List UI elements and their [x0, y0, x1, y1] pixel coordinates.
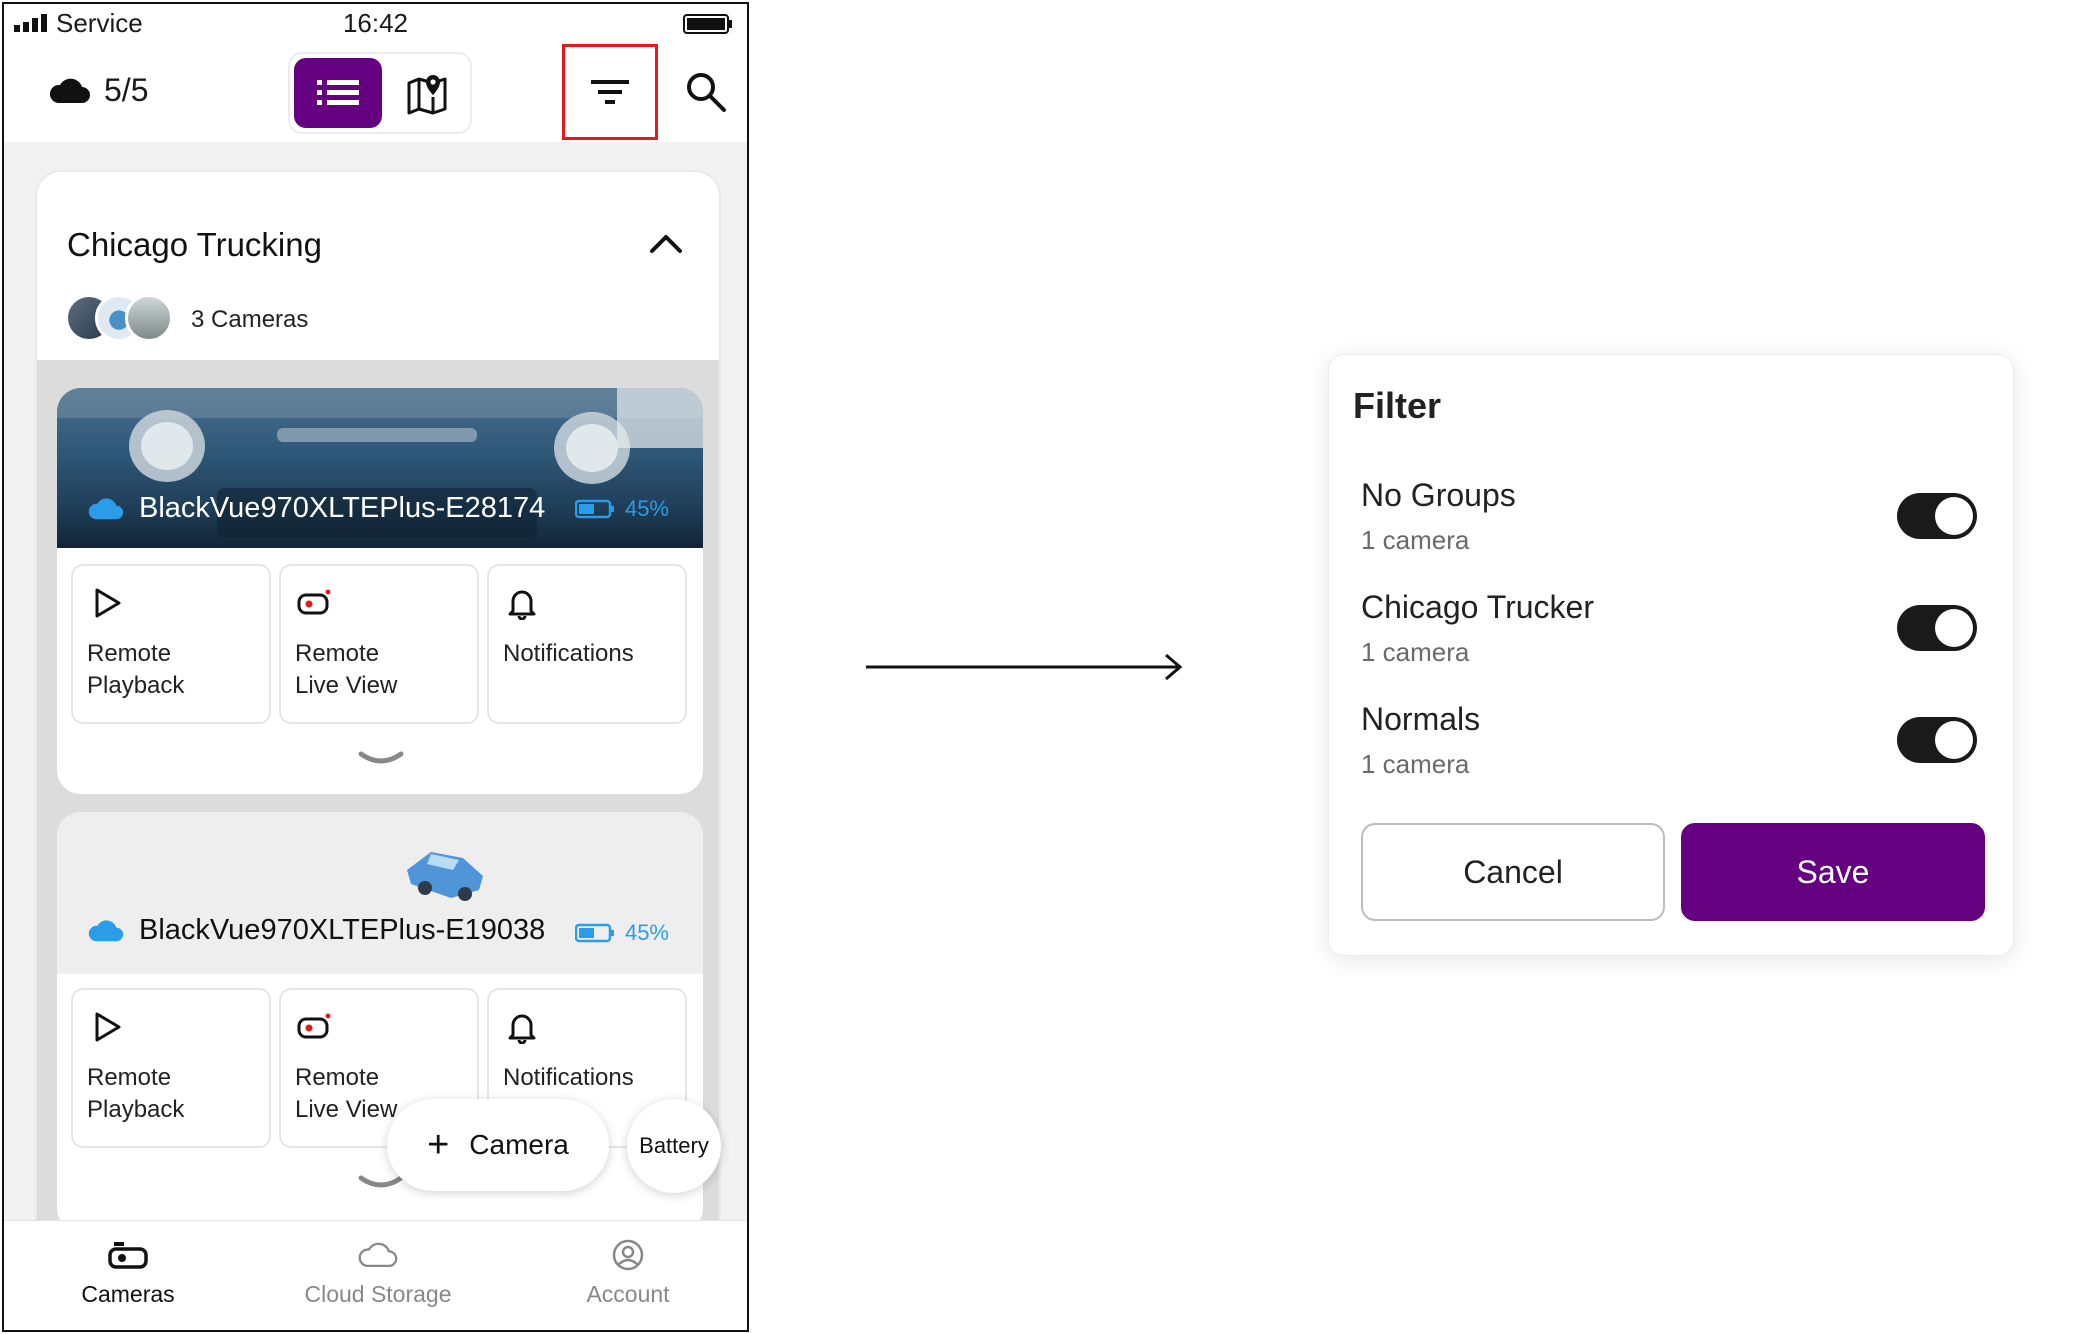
filter-group-count: 1 camera: [1361, 525, 1470, 555]
filter-group-count: 1 camera: [1361, 637, 1470, 667]
list-view-button[interactable]: [294, 58, 382, 128]
action-label: Remote Playback: [87, 1064, 185, 1123]
chevron-down-icon[interactable]: [357, 1174, 405, 1192]
filter-button[interactable]: [562, 44, 658, 140]
camera-tab-icon: [108, 1242, 148, 1269]
nav-account-label: Account: [586, 1281, 670, 1307]
cancel-button[interactable]: Cancel: [1361, 823, 1665, 921]
camera-avatars: [65, 294, 185, 342]
map-icon: [407, 75, 447, 115]
top-bar: 5/5: [4, 42, 747, 142]
live-camera-icon: [297, 1013, 331, 1039]
camera-title-row: BlackVue970XLTEPlus-E19038: [87, 914, 545, 947]
live-camera-icon: [297, 589, 331, 615]
nav-cameras[interactable]: Cameras: [28, 1239, 228, 1308]
action-label: Remote Playback: [87, 640, 185, 699]
arrow-right-icon: [866, 653, 1183, 681]
dialog-title: Filter: [1353, 385, 1442, 426]
filter-group-name: Normals: [1361, 701, 1481, 737]
add-camera-button[interactable]: + Camera: [387, 1099, 609, 1191]
group-card: Chicago Trucking 3 Cameras BlackVue970XL…: [35, 170, 721, 1330]
remote-playback-button[interactable]: Remote Playback: [71, 988, 271, 1148]
filter-group-name: Chicago Trucker: [1361, 589, 1594, 625]
bell-icon: [508, 1014, 536, 1044]
remote-live-view-button[interactable]: Remote Live View: [279, 564, 479, 724]
normals-toggle[interactable]: [1897, 717, 1977, 763]
camera-name: BlackVue970XLTEPlus-E19038: [139, 914, 546, 946]
battery-button[interactable]: Battery: [627, 1099, 721, 1193]
filter-dialog: Filter No Groups 1 camera Chicago Trucke…: [1328, 354, 2014, 956]
camera-actions: Remote Playback Remote Live View Notific…: [71, 564, 689, 724]
cloud-storage-icon: [358, 1242, 398, 1268]
add-camera-label: Camera: [469, 1129, 569, 1160]
nav-cameras-label: Cameras: [81, 1281, 175, 1307]
phone-screen: Service 16:42 5/5 Chicago Trucking 3 Cam…: [2, 2, 749, 1332]
list-icon: [317, 80, 359, 105]
battery-button-label: Battery: [639, 1133, 709, 1158]
cloud-connected-icon: [88, 919, 124, 941]
notifications-button[interactable]: Notifications: [487, 564, 687, 724]
play-icon: [95, 1012, 121, 1042]
chicago-trucker-toggle[interactable]: [1897, 605, 1977, 651]
bottom-nav: Cameras Cloud Storage Account: [4, 1220, 747, 1330]
action-label: Remote Live View: [295, 1064, 398, 1123]
camera-battery: 45%: [574, 496, 669, 522]
account-icon: [612, 1239, 644, 1271]
battery-icon: [574, 923, 614, 943]
filter-group-count: 1 camera: [1361, 749, 1470, 779]
chevron-up-icon[interactable]: [649, 232, 683, 254]
play-icon: [95, 588, 121, 618]
camera-name: BlackVue970XLTEPlus-E28174: [139, 492, 546, 524]
status-time: 16:42: [342, 8, 409, 38]
nav-account[interactable]: Account: [528, 1239, 728, 1308]
action-label: Notifications: [503, 640, 634, 667]
plus-icon: +: [427, 1124, 450, 1166]
camera-card: BlackVue970XLTEPlus-E19038 45% Remote Pl…: [57, 812, 703, 1232]
save-button[interactable]: Save: [1681, 823, 1985, 921]
cloud-connection-indicator: 5/5: [48, 72, 148, 109]
filter-icon: [591, 80, 629, 104]
cloud-count-label: 5/5: [104, 72, 149, 108]
filter-row-no-groups: No Groups 1 camera: [1361, 477, 1987, 577]
nav-cloud-label: Cloud Storage: [304, 1281, 452, 1307]
car-icon: [407, 852, 483, 901]
search-icon[interactable]: [684, 70, 728, 114]
camera-title-row: BlackVue970XLTEPlus-E28174: [87, 492, 545, 525]
no-groups-toggle[interactable]: [1897, 493, 1977, 539]
camera-thumbnail[interactable]: BlackVue970XLTEPlus-E28174 45%: [57, 388, 703, 548]
cloud-icon: [49, 78, 90, 103]
nav-cloud-storage[interactable]: Cloud Storage: [278, 1239, 478, 1308]
map-view-button[interactable]: [386, 58, 468, 128]
filter-row-chicago-trucker: Chicago Trucker 1 camera: [1361, 589, 1987, 689]
bell-icon: [508, 590, 536, 620]
camera-thumbnail[interactable]: BlackVue970XLTEPlus-E19038 45%: [57, 812, 703, 974]
status-bar: Service 16:42: [4, 4, 747, 42]
battery-icon: [574, 499, 614, 519]
cloud-connected-icon: [88, 497, 124, 519]
camera-count: 3 Cameras: [191, 306, 309, 333]
device-battery-icon: [683, 14, 732, 34]
action-label: Notifications: [503, 1064, 634, 1091]
avatar: [125, 294, 173, 342]
camera-card: BlackVue970XLTEPlus-E28174 45% Remote Pl…: [57, 388, 703, 794]
filter-group-name: No Groups: [1361, 477, 1516, 513]
battery-percent: 45%: [624, 496, 669, 521]
action-label: Remote Live View: [295, 640, 398, 699]
camera-battery: 45%: [574, 920, 669, 946]
group-name: Chicago Trucking: [67, 226, 322, 263]
view-toggle: [288, 52, 472, 134]
filter-row-normals: Normals 1 camera: [1361, 701, 1987, 801]
battery-percent: 45%: [624, 920, 669, 945]
remote-playback-button[interactable]: Remote Playback: [71, 564, 271, 724]
group-header[interactable]: Chicago Trucking 3 Cameras: [37, 172, 719, 360]
chevron-down-icon[interactable]: [357, 750, 405, 768]
